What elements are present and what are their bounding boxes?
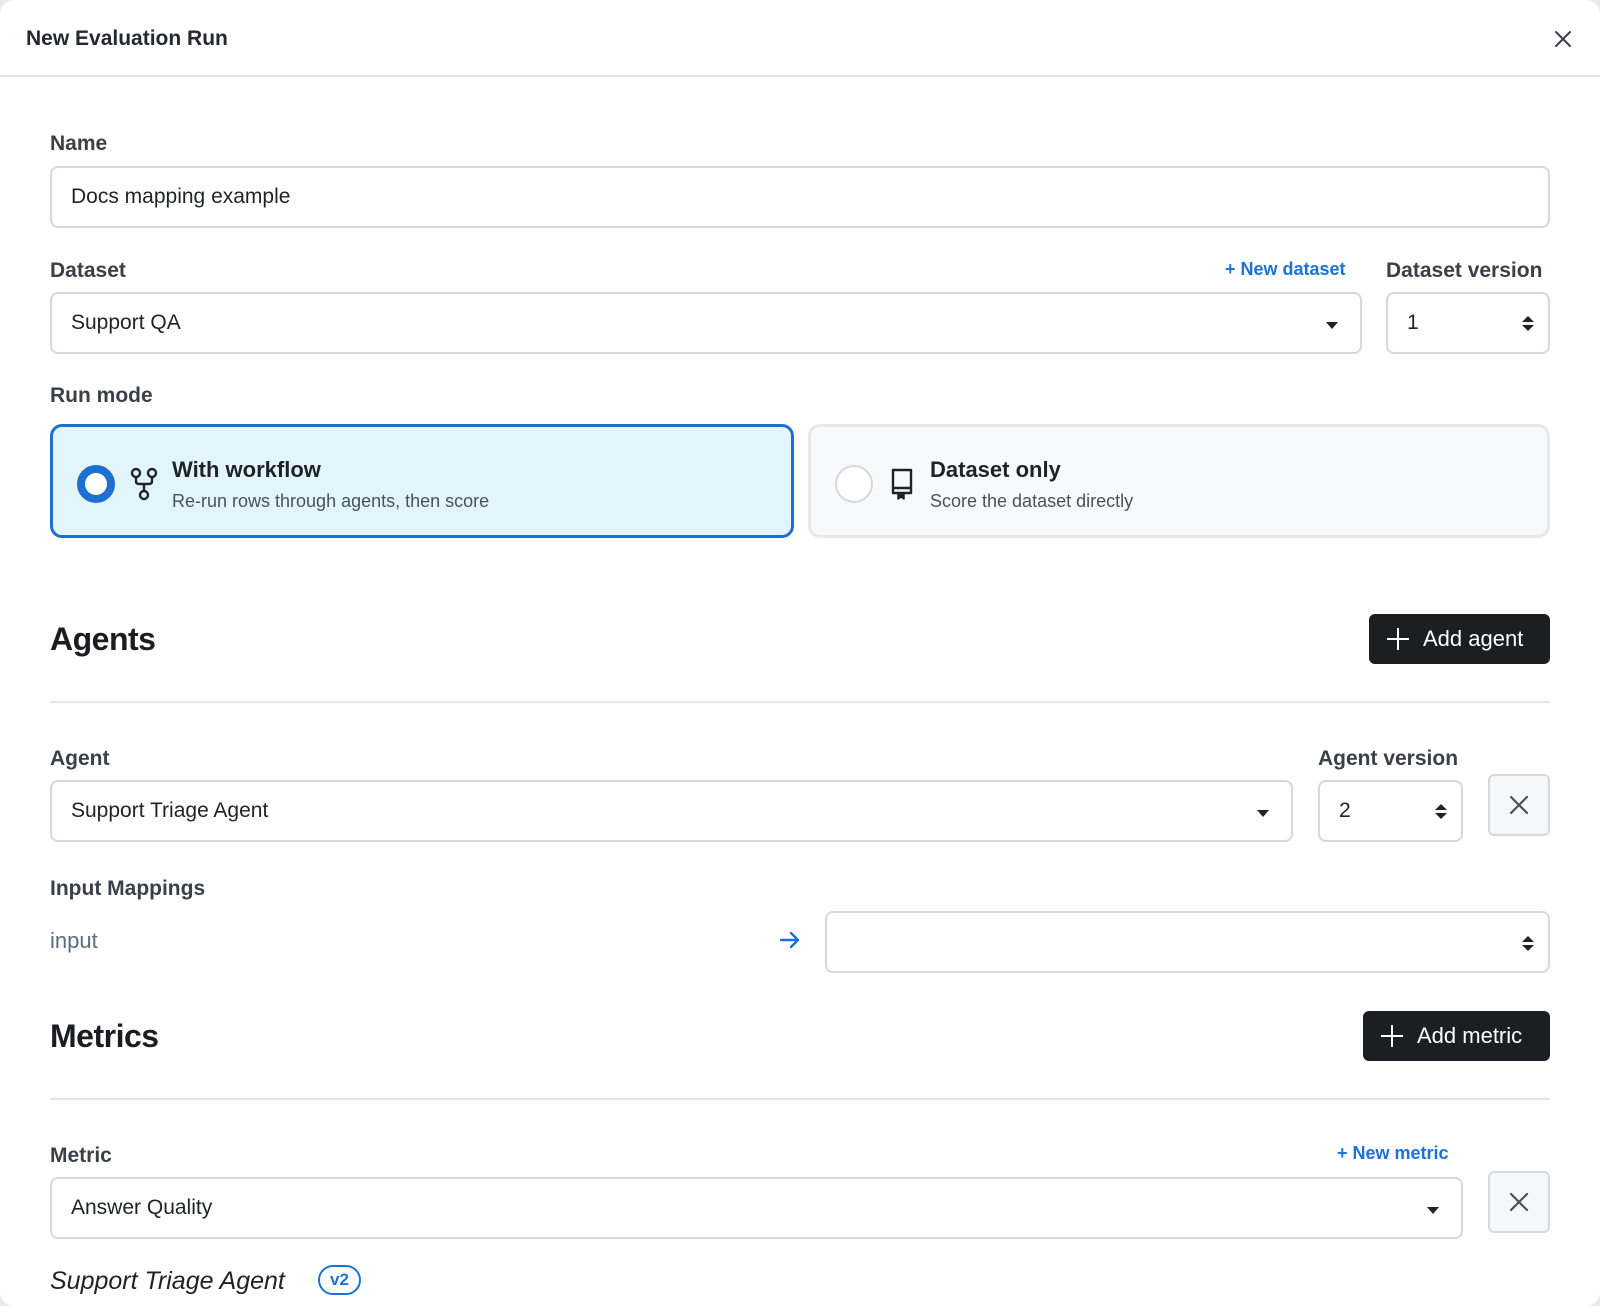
chevron-down-icon: [1257, 810, 1269, 817]
chevron-down-icon: [1427, 1207, 1439, 1214]
close-icon: [1509, 795, 1529, 815]
close-icon[interactable]: [1548, 24, 1578, 54]
dataset-version-select[interactable]: 1: [1386, 292, 1550, 354]
close-icon: [1509, 1192, 1529, 1212]
mode-subtitle: Score the dataset directly: [930, 491, 1134, 511]
radio-selected[interactable]: [77, 465, 115, 503]
dataset-version-label: Dataset version: [1386, 259, 1543, 282]
agent-select-value: Support Triage Agent: [71, 799, 269, 822]
plus-icon: [1387, 628, 1409, 650]
chevron-down-icon: [1326, 322, 1338, 329]
up-down-arrows-icon: [1435, 804, 1447, 820]
agent-label: Agent: [50, 747, 110, 770]
new-dataset-link[interactable]: + New dataset: [1225, 259, 1346, 280]
input-mappings-label: Input Mappings: [50, 877, 206, 900]
mapping-key: input: [50, 928, 98, 953]
add-agent-label: Add agent: [1423, 626, 1524, 651]
name-input[interactable]: Docs mapping example: [50, 166, 1550, 228]
new-metric-link[interactable]: + New metric: [1337, 1143, 1449, 1164]
agents-section-title: Agents: [50, 621, 156, 657]
dataset-label: Dataset: [50, 259, 126, 282]
mode-title: Dataset only: [930, 457, 1061, 482]
remove-agent-button[interactable]: [1488, 774, 1550, 836]
agent-version-label: Agent version: [1318, 747, 1459, 770]
radio-unselected[interactable]: [835, 465, 873, 503]
metric-label: Metric: [50, 1144, 112, 1167]
mapping-value-select[interactable]: [825, 911, 1550, 973]
arrow-right-icon: [779, 931, 800, 949]
dataset-select[interactable]: Support QA: [50, 292, 1362, 354]
remove-metric-button[interactable]: [1488, 1171, 1550, 1233]
name-input-value: Docs mapping example: [71, 185, 291, 208]
receipt-icon: [891, 468, 913, 500]
add-metric-button[interactable]: Add metric: [1363, 1011, 1550, 1061]
agents-divider: [50, 701, 1550, 703]
metric-select-value: Answer Quality: [71, 1196, 213, 1219]
workflow-icon: [130, 467, 158, 501]
modal-title: New Evaluation Run: [26, 27, 228, 50]
metrics-divider: [50, 1098, 1550, 1100]
run-mode-label: Run mode: [50, 384, 153, 407]
run-mode-with-workflow[interactable]: With workflow Re-run rows through agents…: [50, 424, 794, 538]
agent-version-select[interactable]: 2: [1318, 780, 1463, 842]
name-label: Name: [50, 132, 108, 155]
up-down-arrows-icon: [1522, 316, 1534, 332]
add-metric-label: Add metric: [1417, 1023, 1523, 1048]
dataset-select-value: Support QA: [71, 311, 181, 334]
modal-header: New Evaluation Run: [0, 0, 1600, 77]
agent-select[interactable]: Support Triage Agent: [50, 780, 1293, 842]
plus-icon: [1381, 1025, 1403, 1047]
up-down-arrows-icon: [1522, 936, 1534, 952]
metric-agent-reference: Support Triage Agent: [50, 1267, 285, 1295]
run-mode-dataset-only[interactable]: Dataset only Score the dataset directly: [808, 424, 1550, 538]
agent-version-badge: v2: [318, 1265, 361, 1295]
mode-subtitle: Re-run rows through agents, then score: [172, 491, 490, 511]
metric-select[interactable]: Answer Quality: [50, 1177, 1463, 1239]
add-agent-button[interactable]: Add agent: [1369, 614, 1550, 664]
metrics-section-title: Metrics: [50, 1018, 159, 1054]
mode-title: With workflow: [172, 457, 321, 482]
new-evaluation-run-dialog: New Evaluation Run Name Docs mapping exa…: [0, 0, 1600, 1306]
